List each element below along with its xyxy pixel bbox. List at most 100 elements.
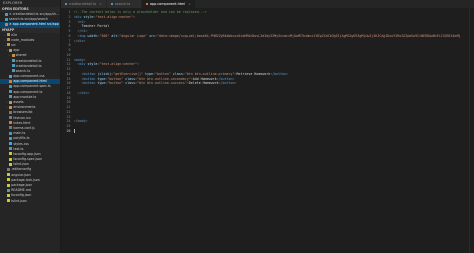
file-ts-icon — [9, 84, 13, 88]
tree-item-label: creationdetail.ts — [15, 63, 42, 68]
open-editors-list: × creationdetail.ts src/app/sh... search.… — [0, 12, 60, 28]
open-editor-item[interactable]: × app.component.html src/app — [0, 22, 60, 28]
folder-icon — [11, 53, 15, 57]
file-generic-icon — [9, 110, 13, 114]
code-token: "btn btn-outline-secondary" — [137, 76, 191, 81]
folder-icon — [9, 105, 13, 109]
code-token: > — [83, 19, 86, 24]
tree-item-label: shared — [15, 53, 27, 58]
tree-item-label: node_modules — [11, 37, 35, 42]
code-token: button — [220, 76, 233, 81]
file-tree: › e2e › node_modules ⌄ src ⌄ app › shared creation… — [0, 33, 60, 204]
file-ts-icon — [9, 136, 13, 140]
editor-tab[interactable]: creationdetail.ts × — [60, 0, 107, 8]
editor-tab[interactable]: app.component.html × — [141, 0, 196, 8]
code-token: style — [85, 62, 98, 67]
code-token: class — [123, 81, 136, 86]
tree-item-label: tsconfig.spec.json — [13, 157, 42, 162]
code-token: "data:image/svg+xml;base64,PHN2ZyB4bWxuc… — [157, 33, 461, 38]
tree-item-label: app.component.css — [13, 74, 45, 79]
code-token: src — [147, 33, 156, 38]
tab-label: search.ts — [114, 2, 131, 6]
tree-item-label: karma.conf.js — [13, 125, 35, 130]
file-json-icon — [7, 183, 11, 187]
file-html-icon — [145, 2, 149, 6]
folder-icon — [7, 33, 11, 37]
tree-item-label: e2e — [11, 32, 18, 37]
file-html-icon — [9, 121, 13, 125]
tree-item-label: package.json — [11, 183, 33, 187]
code-token: > — [83, 57, 86, 62]
tree-item-label: polyfills.ts — [13, 136, 30, 141]
tree-item-label: favicon.ico — [13, 115, 31, 120]
file-generic-icon — [7, 167, 11, 171]
tree-item-label: app.component.ts — [13, 89, 43, 94]
text-cursor — [73, 128, 75, 133]
code-token: class — [123, 76, 136, 81]
code-token: > — [85, 29, 88, 33]
code-token: "text-align:center" — [99, 62, 138, 67]
folder-icon — [9, 100, 13, 104]
minimap[interactable] — [460, 8, 470, 253]
code-token: (click) — [95, 71, 112, 76]
tab-label: creationdetail.ts — [68, 2, 97, 6]
tree-item-label: creationdetail.ts — [15, 58, 42, 63]
file-ts-icon — [11, 59, 15, 62]
file-json-icon — [7, 193, 11, 197]
code-token: type — [143, 71, 153, 76]
code-token: "btn btn-outline-primary" — [184, 71, 235, 76]
code-token: > — [232, 76, 235, 81]
line-number-gutter: 1 2 3 4 5 6 7 8 9 10 11 12 13 14 15 16 17 18 19 20 21 22 23 24 2… — [61, 8, 74, 253]
file-css-icon — [9, 142, 13, 145]
code-token: button — [83, 71, 96, 76]
code-token: "button" — [107, 81, 124, 86]
file-md-icon — [7, 188, 11, 192]
file-tree-item[interactable]: tslint.json — [0, 199, 60, 204]
file-generic-icon — [9, 126, 13, 130]
code-token: > — [85, 119, 88, 124]
file-ts-icon — [9, 147, 13, 151]
code-token: Teacher Portal — [73, 24, 110, 29]
file-ts-icon — [9, 95, 13, 99]
tree-item-label: index.html — [13, 120, 31, 125]
tree-item-label: app.module.ts — [13, 94, 37, 99]
tree-item-label: angular.json — [11, 172, 31, 177]
file-css-icon — [9, 74, 13, 78]
tree-item-label: search.ts — [15, 68, 31, 73]
tree-item-label: README.md — [11, 188, 31, 193]
tree-item-label: src — [11, 42, 16, 47]
tree-item-label: × creationdetail.ts src/app/sh... — [9, 12, 60, 16]
tree-item-label: × app.component.html src/app — [9, 22, 59, 27]
file-generic-icon — [9, 116, 13, 120]
code-area[interactable]: <!--The content below is only a placehol… — [73, 8, 461, 253]
editor-tabs: creationdetail.ts × search.ts app.component… — [60, 0, 474, 8]
tree-item-label: app.component.html — [13, 79, 47, 84]
file-ts-icon — [5, 12, 8, 16]
editor-tab[interactable]: search.ts — [106, 0, 142, 8]
file-json-icon — [7, 199, 11, 203]
tab-label: app.component.html — [149, 2, 186, 6]
tree-item-label: app.component.spec.ts — [13, 84, 51, 89]
folder-icon — [7, 43, 11, 47]
file-html-icon — [9, 79, 13, 83]
code-token: "button" — [107, 76, 124, 81]
code-token: button — [83, 76, 96, 81]
vertical-scrollbar[interactable] — [469, 8, 474, 253]
file-json-icon — [9, 157, 13, 161]
code-token: button — [83, 81, 96, 86]
file-html-icon — [5, 22, 8, 26]
code-token: > — [133, 14, 136, 19]
code-token: "text-align:center" — [95, 14, 134, 19]
close-icon[interactable]: × — [99, 2, 102, 6]
code-token: type — [95, 76, 106, 81]
tree-item-label: main.ts — [13, 131, 26, 136]
file-json-icon — [7, 178, 11, 182]
code-token: "button" — [155, 71, 171, 76]
tree-item-label: tslint.json — [11, 198, 27, 203]
code-token: Retrieve Homework — [236, 71, 271, 76]
tree-item-label: tslint.json — [13, 162, 29, 167]
editor-body: 1 2 3 4 5 6 7 8 9 10 11 12 13 14 15 16 17 18 19 20 21 22 23 24 2… — [61, 8, 474, 253]
code-token: type — [95, 81, 106, 86]
file-ts-icon — [9, 131, 13, 135]
close-icon[interactable]: × — [188, 2, 191, 6]
